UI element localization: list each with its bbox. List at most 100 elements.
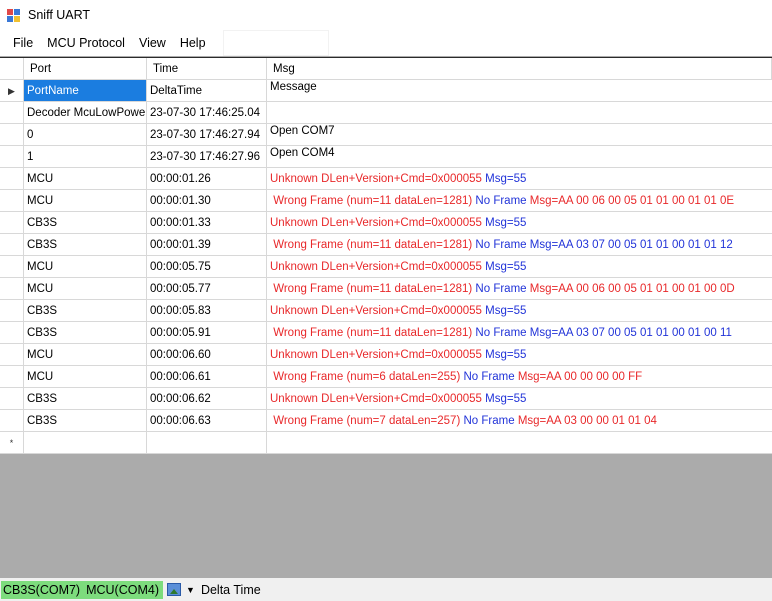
cell-port[interactable]: CB3S — [24, 212, 147, 234]
cell-msg[interactable]: Message — [267, 80, 772, 102]
cell-port[interactable]: CB3S — [24, 388, 147, 410]
column-header-msg[interactable]: Msg — [267, 58, 772, 80]
image-icon[interactable] — [167, 583, 182, 596]
table-row[interactable]: CB3S 00:00:05.83 Unknown DLen+Version+Cmd=… — [0, 300, 772, 322]
new-row-cell[interactable] — [267, 432, 772, 454]
cell-port[interactable]: MCU — [24, 344, 147, 366]
cell-msg[interactable]: Wrong Frame (num=7 dataLen=257) No Frame… — [267, 410, 772, 432]
cell-port[interactable]: MCU — [24, 366, 147, 388]
cell-port[interactable]: CB3S — [24, 410, 147, 432]
dropdown-arrow-icon[interactable]: ▼ — [186, 585, 195, 595]
cell-msg[interactable] — [267, 102, 772, 124]
row-header[interactable] — [0, 410, 24, 432]
current-row-indicator-icon[interactable]: ▶ — [0, 80, 24, 102]
table-row[interactable]: ▶ PortName DeltaTime Message — [0, 80, 772, 102]
time-mode-dropdown[interactable]: Delta Time — [201, 583, 261, 597]
msg-segment: Unknown DLen+Version+Cmd=0x000055 — [270, 173, 486, 185]
row-header[interactable] — [0, 168, 24, 190]
cell-time[interactable]: 00:00:06.63 — [147, 410, 267, 432]
cell-time[interactable]: 00:00:05.75 — [147, 256, 267, 278]
cell-port[interactable]: MCU — [24, 190, 147, 212]
menu-help[interactable]: Help — [173, 30, 213, 56]
cell-msg[interactable]: Open COM7 — [267, 124, 772, 146]
table-row[interactable]: MCU 00:00:01.26 Unknown DLen+Version+Cmd=0… — [0, 168, 772, 190]
cell-time[interactable]: 00:00:05.91 — [147, 322, 267, 344]
menu-mcu-protocol[interactable]: MCU Protocol — [40, 30, 132, 56]
row-header[interactable] — [0, 190, 24, 212]
table-row[interactable]: MCU 00:00:05.77 Wrong Frame (num=11 dataL… — [0, 278, 772, 300]
table-row[interactable]: MCU 00:00:05.75 Unknown DLen+Version+Cmd=0… — [0, 256, 772, 278]
cell-port[interactable]: MCU — [24, 278, 147, 300]
row-header[interactable] — [0, 212, 24, 234]
table-row[interactable]: 0 23-07-30 17:46:27.94 Open COM7 — [0, 124, 772, 146]
cell-msg[interactable]: Unknown DLen+Version+Cmd=0x000055 Msg=55 — [267, 256, 772, 278]
cell-port[interactable]: MCU — [24, 256, 147, 278]
cell-time[interactable]: 00:00:06.62 — [147, 388, 267, 410]
cell-port[interactable]: 0 — [24, 124, 147, 146]
table-row[interactable]: CB3S 00:00:06.62 Unknown DLen+Version+Cmd=… — [0, 388, 772, 410]
table-row[interactable]: MCU 00:00:06.60 Unknown DLen+Version+Cmd=0… — [0, 344, 772, 366]
cell-time[interactable]: 00:00:01.33 — [147, 212, 267, 234]
cell-msg[interactable]: Wrong Frame (num=6 dataLen=255) No Frame… — [267, 366, 772, 388]
cell-port[interactable]: MCU — [24, 168, 147, 190]
cell-msg[interactable]: Unknown DLen+Version+Cmd=0x000055 Msg=55 — [267, 344, 772, 366]
cell-time[interactable]: 00:00:06.60 — [147, 344, 267, 366]
table-row[interactable]: CB3S 00:00:05.91 Wrong Frame (num=11 data… — [0, 322, 772, 344]
cell-msg[interactable]: Unknown DLen+Version+Cmd=0x000055 Msg=55 — [267, 388, 772, 410]
cell-port[interactable]: CB3S — [24, 300, 147, 322]
row-header[interactable] — [0, 234, 24, 256]
row-header[interactable] — [0, 278, 24, 300]
cell-time[interactable]: DeltaTime — [147, 80, 267, 102]
cell-port[interactable]: PortName — [24, 80, 147, 102]
cell-port[interactable]: CB3S — [24, 322, 147, 344]
column-header-port[interactable]: Port — [24, 58, 147, 80]
row-header[interactable] — [0, 300, 24, 322]
cell-time[interactable]: 00:00:01.26 — [147, 168, 267, 190]
table-row[interactable]: 1 23-07-30 17:46:27.96 Open COM4 — [0, 146, 772, 168]
row-header[interactable] — [0, 124, 24, 146]
status-bar: CB3S(COM7) MCU(COM4) ▼ Delta Time — [0, 578, 772, 601]
cell-msg[interactable]: Wrong Frame (num=11 dataLen=1281) No Fra… — [267, 278, 772, 300]
msg-segment: Wrong Frame (num=7 dataLen=257) — [270, 415, 464, 427]
row-header[interactable] — [0, 344, 24, 366]
row-header[interactable] — [0, 388, 24, 410]
cell-time[interactable]: 00:00:01.30 — [147, 190, 267, 212]
cell-msg[interactable]: Wrong Frame (num=11 dataLen=1281) No Fra… — [267, 190, 772, 212]
new-row[interactable]: * — [0, 432, 772, 454]
row-header[interactable] — [0, 256, 24, 278]
row-header[interactable] — [0, 146, 24, 168]
cell-msg[interactable]: Unknown DLen+Version+Cmd=0x000055 Msg=55 — [267, 212, 772, 234]
row-header[interactable] — [0, 102, 24, 124]
cell-time[interactable]: 23-07-30 17:46:27.96 — [147, 146, 267, 168]
row-header[interactable] — [0, 322, 24, 344]
table-row[interactable]: CB3S 00:00:01.39 Wrong Frame (num=11 data… — [0, 234, 772, 256]
cell-time[interactable]: 00:00:05.83 — [147, 300, 267, 322]
menu-file[interactable]: File — [6, 30, 40, 56]
table-row[interactable]: CB3S 00:00:01.33 Unknown DLen+Version+Cmd=… — [0, 212, 772, 234]
new-row-cell[interactable] — [147, 432, 267, 454]
table-row[interactable]: MCU 00:00:01.30 Wrong Frame (num=11 dataL… — [0, 190, 772, 212]
cell-time[interactable]: 00:00:01.39 — [147, 234, 267, 256]
cell-msg[interactable]: Unknown DLen+Version+Cmd=0x000055 Msg=55 — [267, 168, 772, 190]
data-grid[interactable]: Port Time Msg ▶ PortName DeltaTime Message D… — [0, 57, 772, 454]
cell-msg[interactable]: Wrong Frame (num=11 dataLen=1281) No Fra… — [267, 234, 772, 256]
table-row[interactable]: Decoder McuLowPower 23-07-30 17:46:25.04 — [0, 102, 772, 124]
cell-msg[interactable]: Unknown DLen+Version+Cmd=0x000055 Msg=55 — [267, 300, 772, 322]
menu-textbox[interactable] — [222, 30, 329, 56]
cell-time[interactable]: 23-07-30 17:46:27.94 — [147, 124, 267, 146]
cell-port[interactable]: CB3S — [24, 234, 147, 256]
cell-time[interactable]: 23-07-30 17:46:25.04 — [147, 102, 267, 124]
table-row[interactable]: MCU 00:00:06.61 Wrong Frame (num=6 dataLe… — [0, 366, 772, 388]
cell-time[interactable]: 00:00:06.61 — [147, 366, 267, 388]
new-row-cell[interactable] — [24, 432, 147, 454]
menu-view[interactable]: View — [132, 30, 173, 56]
cell-port[interactable]: 1 — [24, 146, 147, 168]
cell-time[interactable]: 00:00:05.77 — [147, 278, 267, 300]
new-row-marker[interactable]: * — [0, 432, 24, 454]
row-header[interactable] — [0, 366, 24, 388]
cell-port[interactable]: Decoder McuLowPower — [24, 102, 147, 124]
cell-msg[interactable]: Open COM4 — [267, 146, 772, 168]
cell-msg[interactable]: Wrong Frame (num=11 dataLen=1281) No Fra… — [267, 322, 772, 344]
table-row[interactable]: CB3S 00:00:06.63 Wrong Frame (num=7 dataL… — [0, 410, 772, 432]
column-header-time[interactable]: Time — [147, 58, 267, 80]
